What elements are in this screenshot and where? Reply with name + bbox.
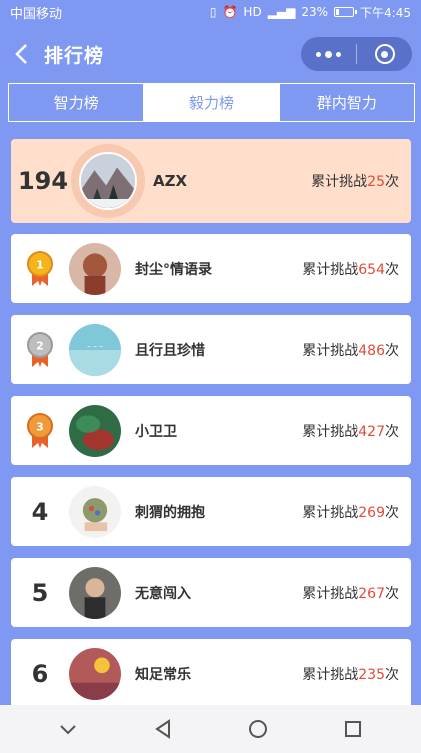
avatar bbox=[69, 242, 121, 295]
avatar bbox=[69, 404, 121, 457]
user-name: 小卫卫 bbox=[135, 423, 177, 440]
avatar bbox=[69, 485, 121, 538]
avatar bbox=[69, 566, 121, 619]
battery-percent: 23% bbox=[301, 5, 329, 19]
target-circle-icon bbox=[374, 44, 395, 64]
user-name: 知足常乐 bbox=[135, 666, 191, 683]
chevron-down-icon[interactable] bbox=[57, 718, 79, 740]
ranking-tabs: 智力榜 毅力榜 群内智力 bbox=[8, 83, 415, 122]
medal-rank: 2 bbox=[36, 339, 44, 352]
close-miniprogram-button[interactable] bbox=[357, 37, 412, 71]
challenge-count: 累计挑战235次 bbox=[302, 666, 399, 683]
hd-icon: HD bbox=[243, 5, 262, 19]
my-name: AZX bbox=[153, 172, 188, 190]
status-icons: ▯ ⏰ HD ▂▄▆ 23% 下午4:45 bbox=[210, 4, 411, 21]
challenge-count: 累计挑战269次 bbox=[302, 504, 399, 521]
rank-cell: 6 bbox=[11, 660, 69, 688]
nav-bar: 排行榜 bbox=[0, 28, 421, 80]
silver-medal-icon: 2 bbox=[27, 331, 53, 367]
carrier-label: 中国移动 bbox=[10, 6, 63, 22]
user-name: 无意闯入 bbox=[135, 585, 191, 602]
challenge-count: 累计挑战486次 bbox=[302, 342, 399, 359]
tab-intelligence[interactable]: 智力榜 bbox=[9, 84, 145, 121]
rank-number: 6 bbox=[31, 659, 49, 688]
chevron-left-icon bbox=[15, 44, 27, 64]
avatar: ~ ~ ~ bbox=[69, 323, 121, 376]
user-name: 且行且珍惜 bbox=[135, 342, 205, 359]
gold-medal-icon: 1 bbox=[27, 250, 53, 286]
more-button[interactable] bbox=[301, 37, 356, 71]
avatar bbox=[69, 647, 121, 700]
tab-group-intelligence[interactable]: 群内智力 bbox=[280, 84, 414, 121]
my-rank-card[interactable]: 194 AZX 累计挑战25次 bbox=[11, 139, 411, 223]
my-challenge-count: 累计挑战25次 bbox=[311, 174, 399, 190]
clock: 下午4:45 bbox=[360, 5, 411, 20]
rank-row[interactable]: 1 封尘°情语录 累计挑战654次 bbox=[11, 234, 411, 303]
circle-home-icon[interactable] bbox=[247, 718, 269, 740]
back-button[interactable] bbox=[0, 28, 44, 80]
rank-cell: 5 bbox=[11, 579, 69, 607]
avatar bbox=[79, 152, 137, 210]
bronze-medal-icon: 3 bbox=[27, 412, 53, 448]
medal-rank: 1 bbox=[36, 258, 44, 271]
my-avatar-frame bbox=[71, 144, 145, 218]
challenge-count: 累计挑战427次 bbox=[302, 423, 399, 440]
vibrate-icon: ▯ bbox=[209, 5, 217, 19]
rank-number: 5 bbox=[31, 578, 49, 607]
rank-row[interactable]: 4 刺猬的拥抱 累计挑战269次 bbox=[11, 477, 411, 546]
square-recent-icon[interactable] bbox=[342, 718, 364, 740]
challenge-count: 累计挑战654次 bbox=[302, 261, 399, 278]
rank-cell: 3 bbox=[11, 412, 69, 450]
signal-icon: ▂▄▆ bbox=[267, 5, 296, 19]
rank-number: 4 bbox=[31, 497, 49, 526]
alarm-icon: ⏰ bbox=[222, 5, 238, 19]
rank-cell: 1 bbox=[11, 250, 69, 288]
miniprogram-capsule bbox=[301, 37, 412, 71]
rank-row[interactable]: 6 知足常乐 累计挑战235次 bbox=[11, 639, 411, 708]
rank-row[interactable]: 5 无意闯入 累计挑战267次 bbox=[11, 558, 411, 627]
user-name: 封尘°情语录 bbox=[135, 261, 212, 278]
challenge-count: 累计挑战267次 bbox=[302, 585, 399, 602]
triangle-back-icon[interactable] bbox=[152, 718, 174, 740]
user-name: 刺猬的拥抱 bbox=[135, 504, 205, 521]
page-title: 排行榜 bbox=[44, 44, 105, 67]
system-nav-bar bbox=[0, 705, 421, 753]
medal-rank: 3 bbox=[36, 420, 44, 433]
status-bar: 中国移动 ▯ ⏰ HD ▂▄▆ 23% 下午4:45 bbox=[0, 0, 421, 24]
more-dots-icon bbox=[316, 50, 341, 58]
rank-row[interactable]: 2 ~ ~ ~ 且行且珍惜 累计挑战486次 bbox=[11, 315, 411, 384]
svg-text:~ ~ ~: ~ ~ ~ bbox=[87, 344, 103, 350]
tab-perseverance[interactable]: 毅力榜 bbox=[144, 84, 280, 121]
rank-cell: 4 bbox=[11, 498, 69, 526]
rank-row[interactable]: 3 小卫卫 累计挑战427次 bbox=[11, 396, 411, 465]
battery-icon bbox=[334, 7, 358, 17]
rank-cell: 2 bbox=[11, 331, 69, 369]
my-rank-number: 194 bbox=[17, 167, 69, 195]
